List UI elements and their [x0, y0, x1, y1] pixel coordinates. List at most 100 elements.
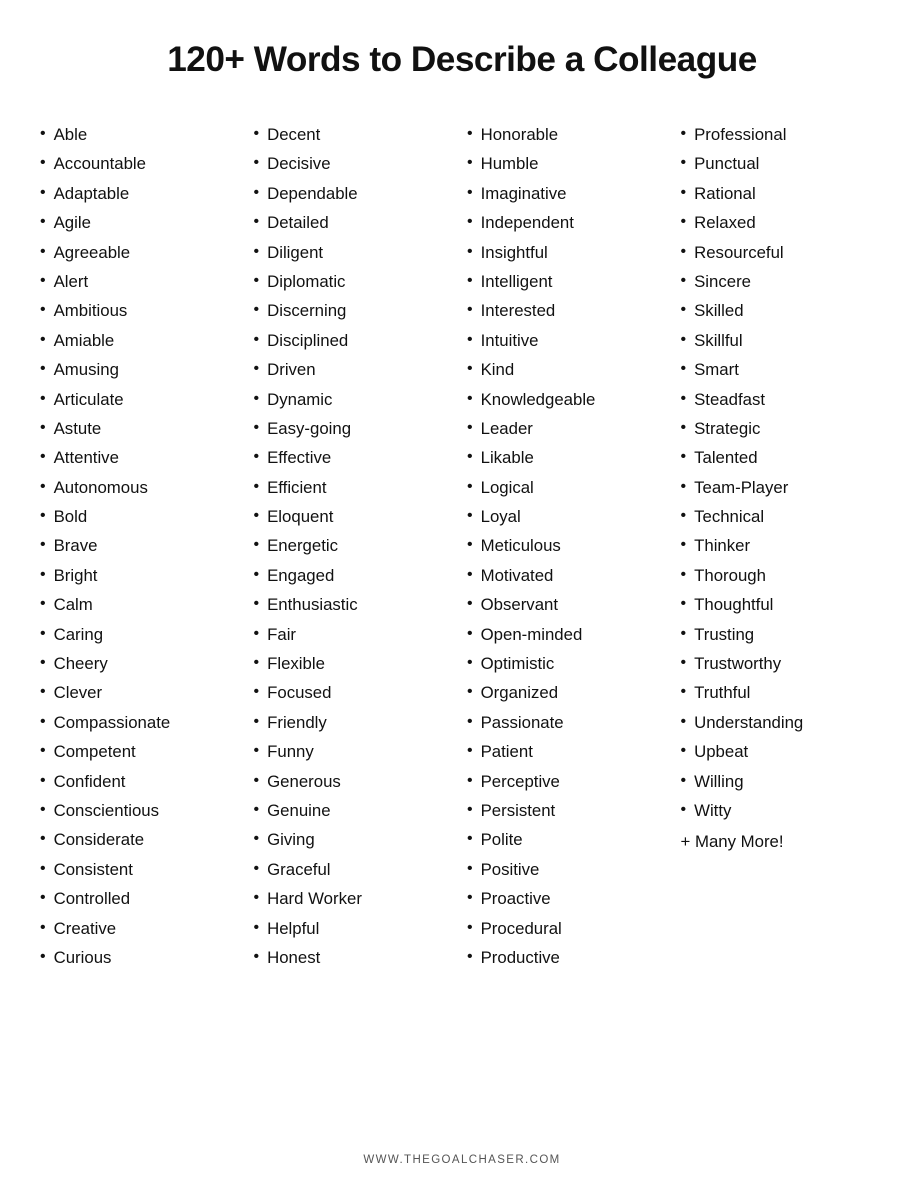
- list-item: Punctual: [681, 149, 885, 178]
- list-item: Giving: [254, 825, 458, 854]
- list-item: Agreeable: [40, 238, 244, 267]
- list-item: Steadfast: [681, 385, 885, 414]
- list-item: Hard Worker: [254, 884, 458, 913]
- list-item: Disciplined: [254, 326, 458, 355]
- list-item: Funny: [254, 737, 458, 766]
- list-item: Eloquent: [254, 502, 458, 531]
- list-item: Discerning: [254, 296, 458, 325]
- list-item: Trusting: [681, 620, 885, 649]
- list-item: Easy-going: [254, 414, 458, 443]
- word-list-3: HonorableHumbleImaginativeIndependentIns…: [467, 120, 671, 972]
- list-item: Clever: [40, 678, 244, 707]
- list-item: Thoughtful: [681, 590, 885, 619]
- list-item: Procedural: [467, 914, 671, 943]
- list-item: Autonomous: [40, 473, 244, 502]
- list-item: Flexible: [254, 649, 458, 678]
- list-item: Able: [40, 120, 244, 149]
- list-item: Talented: [681, 443, 885, 472]
- plus-more-label: + Many More!: [681, 827, 885, 856]
- list-item: Professional: [681, 120, 885, 149]
- list-item: Bright: [40, 561, 244, 590]
- list-item: Interested: [467, 296, 671, 325]
- list-item: Focused: [254, 678, 458, 707]
- list-item: Agile: [40, 208, 244, 237]
- list-item: Articulate: [40, 385, 244, 414]
- list-item: Thorough: [681, 561, 885, 590]
- list-item: Humble: [467, 149, 671, 178]
- list-item: Resourceful: [681, 238, 885, 267]
- list-item: Dynamic: [254, 385, 458, 414]
- list-item: Diligent: [254, 238, 458, 267]
- list-item: Genuine: [254, 796, 458, 825]
- list-item: Cheery: [40, 649, 244, 678]
- list-item: Competent: [40, 737, 244, 766]
- list-item: Alert: [40, 267, 244, 296]
- list-item: Upbeat: [681, 737, 885, 766]
- list-item: Logical: [467, 473, 671, 502]
- list-item: Motivated: [467, 561, 671, 590]
- list-item: Sincere: [681, 267, 885, 296]
- list-item: Calm: [40, 590, 244, 619]
- list-item: Organized: [467, 678, 671, 707]
- list-item: Relaxed: [681, 208, 885, 237]
- word-list-4: ProfessionalPunctualRationalRelaxedResou…: [681, 120, 885, 825]
- list-item: Detailed: [254, 208, 458, 237]
- list-item: Persistent: [467, 796, 671, 825]
- list-item: Conscientious: [40, 796, 244, 825]
- list-item: Consistent: [40, 855, 244, 884]
- list-item: Fair: [254, 620, 458, 649]
- footer: WWW.THEGOALCHASER.COM: [363, 1154, 560, 1166]
- list-item: Positive: [467, 855, 671, 884]
- list-item: Open-minded: [467, 620, 671, 649]
- list-item: Decisive: [254, 149, 458, 178]
- list-item: Observant: [467, 590, 671, 619]
- list-item: Trustworthy: [681, 649, 885, 678]
- column-4: ProfessionalPunctualRationalRelaxedResou…: [681, 120, 885, 1124]
- list-item: Curious: [40, 943, 244, 972]
- list-item: Polite: [467, 825, 671, 854]
- list-item: Intelligent: [467, 267, 671, 296]
- list-item: Technical: [681, 502, 885, 531]
- list-item: Honorable: [467, 120, 671, 149]
- list-item: Willing: [681, 767, 885, 796]
- list-item: Engaged: [254, 561, 458, 590]
- list-item: Confident: [40, 767, 244, 796]
- list-item: Team-Player: [681, 473, 885, 502]
- list-item: Insightful: [467, 238, 671, 267]
- list-item: Caring: [40, 620, 244, 649]
- list-item: Ambitious: [40, 296, 244, 325]
- list-item: Diplomatic: [254, 267, 458, 296]
- list-item: Productive: [467, 943, 671, 972]
- list-item: Friendly: [254, 708, 458, 737]
- list-item: Astute: [40, 414, 244, 443]
- list-item: Perceptive: [467, 767, 671, 796]
- list-item: Witty: [681, 796, 885, 825]
- list-item: Strategic: [681, 414, 885, 443]
- page-title: 120+ Words to Describe a Colleague: [167, 40, 757, 80]
- list-item: Amiable: [40, 326, 244, 355]
- list-item: Compassionate: [40, 708, 244, 737]
- list-item: Likable: [467, 443, 671, 472]
- list-item: Adaptable: [40, 179, 244, 208]
- list-item: Effective: [254, 443, 458, 472]
- word-list-2: DecentDecisiveDependableDetailedDiligent…: [254, 120, 458, 972]
- list-item: Kind: [467, 355, 671, 384]
- list-item: Enthusiastic: [254, 590, 458, 619]
- list-item: Leader: [467, 414, 671, 443]
- list-item: Smart: [681, 355, 885, 384]
- list-item: Attentive: [40, 443, 244, 472]
- list-item: Controlled: [40, 884, 244, 913]
- list-item: Efficient: [254, 473, 458, 502]
- list-item: Generous: [254, 767, 458, 796]
- list-item: Independent: [467, 208, 671, 237]
- list-item: Optimistic: [467, 649, 671, 678]
- columns-wrapper: AbleAccountableAdaptableAgileAgreeableAl…: [40, 120, 884, 1124]
- list-item: Passionate: [467, 708, 671, 737]
- list-item: Thinker: [681, 531, 885, 560]
- list-item: Intuitive: [467, 326, 671, 355]
- list-item: Decent: [254, 120, 458, 149]
- list-item: Skillful: [681, 326, 885, 355]
- column-3: HonorableHumbleImaginativeIndependentIns…: [467, 120, 671, 1124]
- list-item: Graceful: [254, 855, 458, 884]
- list-item: Energetic: [254, 531, 458, 560]
